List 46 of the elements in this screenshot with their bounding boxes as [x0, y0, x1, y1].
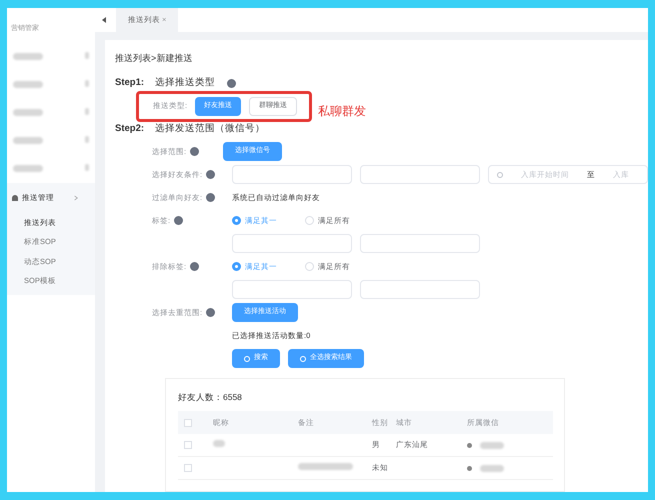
search-icon — [300, 356, 306, 362]
blurred-text — [13, 109, 43, 116]
input-field[interactable] — [360, 234, 480, 253]
step-title: 选择推送类型 — [155, 76, 215, 90]
checkbox[interactable] — [184, 418, 192, 426]
breadcrumb: 推送列表>新建推送 — [115, 52, 194, 65]
blurred-text — [13, 53, 43, 60]
input-field[interactable] — [232, 165, 352, 184]
blurred-text — [85, 52, 89, 59]
person-icon — [12, 194, 18, 200]
step-label: Step1: — [115, 76, 146, 90]
blurred-text — [85, 80, 89, 87]
collapse-icon[interactable] — [102, 17, 106, 23]
step-label: Step2: — [115, 122, 146, 136]
input-field[interactable] — [232, 234, 352, 253]
blurred-text — [85, 136, 89, 143]
blurred-text — [13, 81, 43, 88]
checkbox[interactable] — [184, 464, 192, 472]
help-icon — [206, 308, 216, 317]
blurred-text — [213, 440, 225, 448]
search-icon — [244, 356, 250, 362]
checkbox[interactable] — [184, 441, 192, 449]
input-field[interactable] — [232, 280, 352, 299]
blurred-text — [298, 463, 353, 470]
blurred-text — [85, 164, 89, 171]
help-icon — [206, 170, 216, 179]
input-field[interactable] — [360, 165, 480, 184]
help-icon — [227, 78, 236, 88]
blurred-text — [480, 442, 504, 448]
help-icon — [190, 262, 200, 271]
blurred-text — [13, 137, 43, 144]
step-title: 选择发送范围（微信号） — [155, 122, 265, 136]
radio-button[interactable] — [305, 262, 314, 271]
help-icon — [174, 216, 184, 225]
radio-button[interactable] — [232, 216, 241, 225]
blurred-text — [85, 108, 89, 115]
clock-icon — [497, 172, 503, 178]
help-icon — [206, 193, 216, 202]
help-icon — [190, 147, 200, 156]
blurred-text — [480, 464, 504, 472]
annotation-text: 私聊群发 — [318, 103, 366, 120]
blurred-text — [13, 165, 43, 172]
friend-count: 好友人数：6558 — [178, 391, 243, 404]
radio-button[interactable] — [232, 262, 241, 271]
radio-button[interactable] — [305, 216, 314, 225]
input-field[interactable] — [360, 280, 480, 299]
